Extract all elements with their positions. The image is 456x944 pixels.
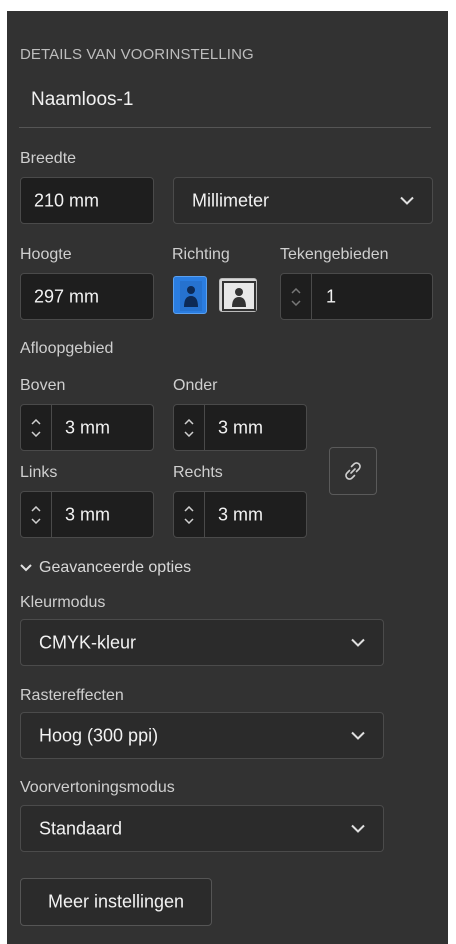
chevron-down-icon <box>400 196 414 205</box>
orientation-label: Richting <box>172 246 230 263</box>
bleed-top-value: 3 mm <box>65 417 110 437</box>
color-mode-dropdown[interactable]: CMYK-kleur <box>20 619 384 666</box>
chevron-down-icon[interactable] <box>184 517 194 524</box>
advanced-options-toggle[interactable]: Geavanceerde opties <box>20 559 191 577</box>
landscape-person-icon <box>222 281 256 311</box>
preset-details-panel: DETAILS VAN VOORINSTELLING Naamloos-1 Br… <box>7 11 448 944</box>
chevron-down-icon <box>351 824 365 833</box>
portrait-person-icon <box>180 281 202 311</box>
bleed-bottom-value: 3 mm <box>218 417 263 437</box>
bleed-left-stepper[interactable]: 3 mm <box>20 491 154 538</box>
height-value: 297 mm <box>34 286 100 306</box>
advanced-options-label: Geavanceerde opties <box>39 559 192 576</box>
artboards-label: Tekengebieden <box>280 246 389 263</box>
chevron-down-icon <box>351 731 365 740</box>
stepper-arrows[interactable] <box>281 274 312 319</box>
color-mode-label: Kleurmodus <box>20 594 106 611</box>
section-title: DETAILS VAN VOORINSTELLING <box>20 46 254 63</box>
chevron-up-icon[interactable] <box>291 287 301 294</box>
artboards-value: 1 <box>326 286 337 306</box>
unit-dropdown[interactable]: Millimeter <box>173 177 433 224</box>
chevron-down-icon[interactable] <box>291 299 301 306</box>
color-mode-value: CMYK-kleur <box>39 632 137 652</box>
chevron-down-icon[interactable] <box>31 517 41 524</box>
bleed-bottom-label: Onder <box>173 377 218 394</box>
bleed-right-value: 3 mm <box>218 504 263 524</box>
bleed-top-stepper[interactable]: 3 mm <box>20 404 154 451</box>
chevron-up-icon[interactable] <box>184 418 194 425</box>
chain-link-icon <box>345 462 361 480</box>
divider <box>19 127 431 128</box>
chevron-down-icon[interactable] <box>31 430 41 437</box>
preview-mode-value: Standaard <box>39 818 123 838</box>
bleed-right-stepper[interactable]: 3 mm <box>173 491 307 538</box>
chevron-up-icon[interactable] <box>184 505 194 512</box>
portrait-orientation-button[interactable] <box>173 276 207 314</box>
width-label: Breedte <box>20 150 77 167</box>
raster-effects-value: Hoog (300 ppi) <box>39 725 159 745</box>
height-input[interactable]: 297 mm <box>20 273 154 320</box>
stepper-arrows[interactable] <box>174 405 205 450</box>
bleed-top-label: Boven <box>20 377 66 394</box>
stepper-arrows[interactable] <box>174 492 205 537</box>
artboards-stepper[interactable]: 1 <box>280 273 433 320</box>
raster-effects-dropdown[interactable]: Hoog (300 ppi) <box>20 712 384 759</box>
more-settings-label: Meer instellingen <box>47 891 185 912</box>
height-label: Hoogte <box>20 246 72 263</box>
bleed-right-label: Rechts <box>173 464 223 481</box>
width-input[interactable]: 210 mm <box>20 177 154 224</box>
unit-value: Millimeter <box>192 190 270 210</box>
landscape-orientation-button[interactable] <box>219 278 257 312</box>
stepper-arrows[interactable] <box>21 492 52 537</box>
bleed-bottom-stepper[interactable]: 3 mm <box>173 404 307 451</box>
bleed-left-value: 3 mm <box>65 504 110 524</box>
bleed-left-label: Links <box>20 464 58 481</box>
bleed-label: Afloopgebied <box>20 340 114 357</box>
preview-mode-dropdown[interactable]: Standaard <box>20 805 384 852</box>
chevron-down-icon[interactable] <box>184 430 194 437</box>
link-bleed-button[interactable] <box>329 447 377 495</box>
chevron-up-icon[interactable] <box>31 418 41 425</box>
preset-name-field[interactable]: Naamloos-1 <box>31 89 133 111</box>
width-value: 210 mm <box>34 190 100 210</box>
chevron-up-icon[interactable] <box>31 505 41 512</box>
preview-mode-label: Voorvertoningsmodus <box>20 779 175 796</box>
more-settings-button[interactable]: Meer instellingen <box>20 878 212 926</box>
chevron-down-icon <box>351 638 365 647</box>
stepper-arrows[interactable] <box>21 405 52 450</box>
raster-effects-label: Rastereffecten <box>20 687 124 704</box>
chevron-down-icon <box>20 564 32 572</box>
